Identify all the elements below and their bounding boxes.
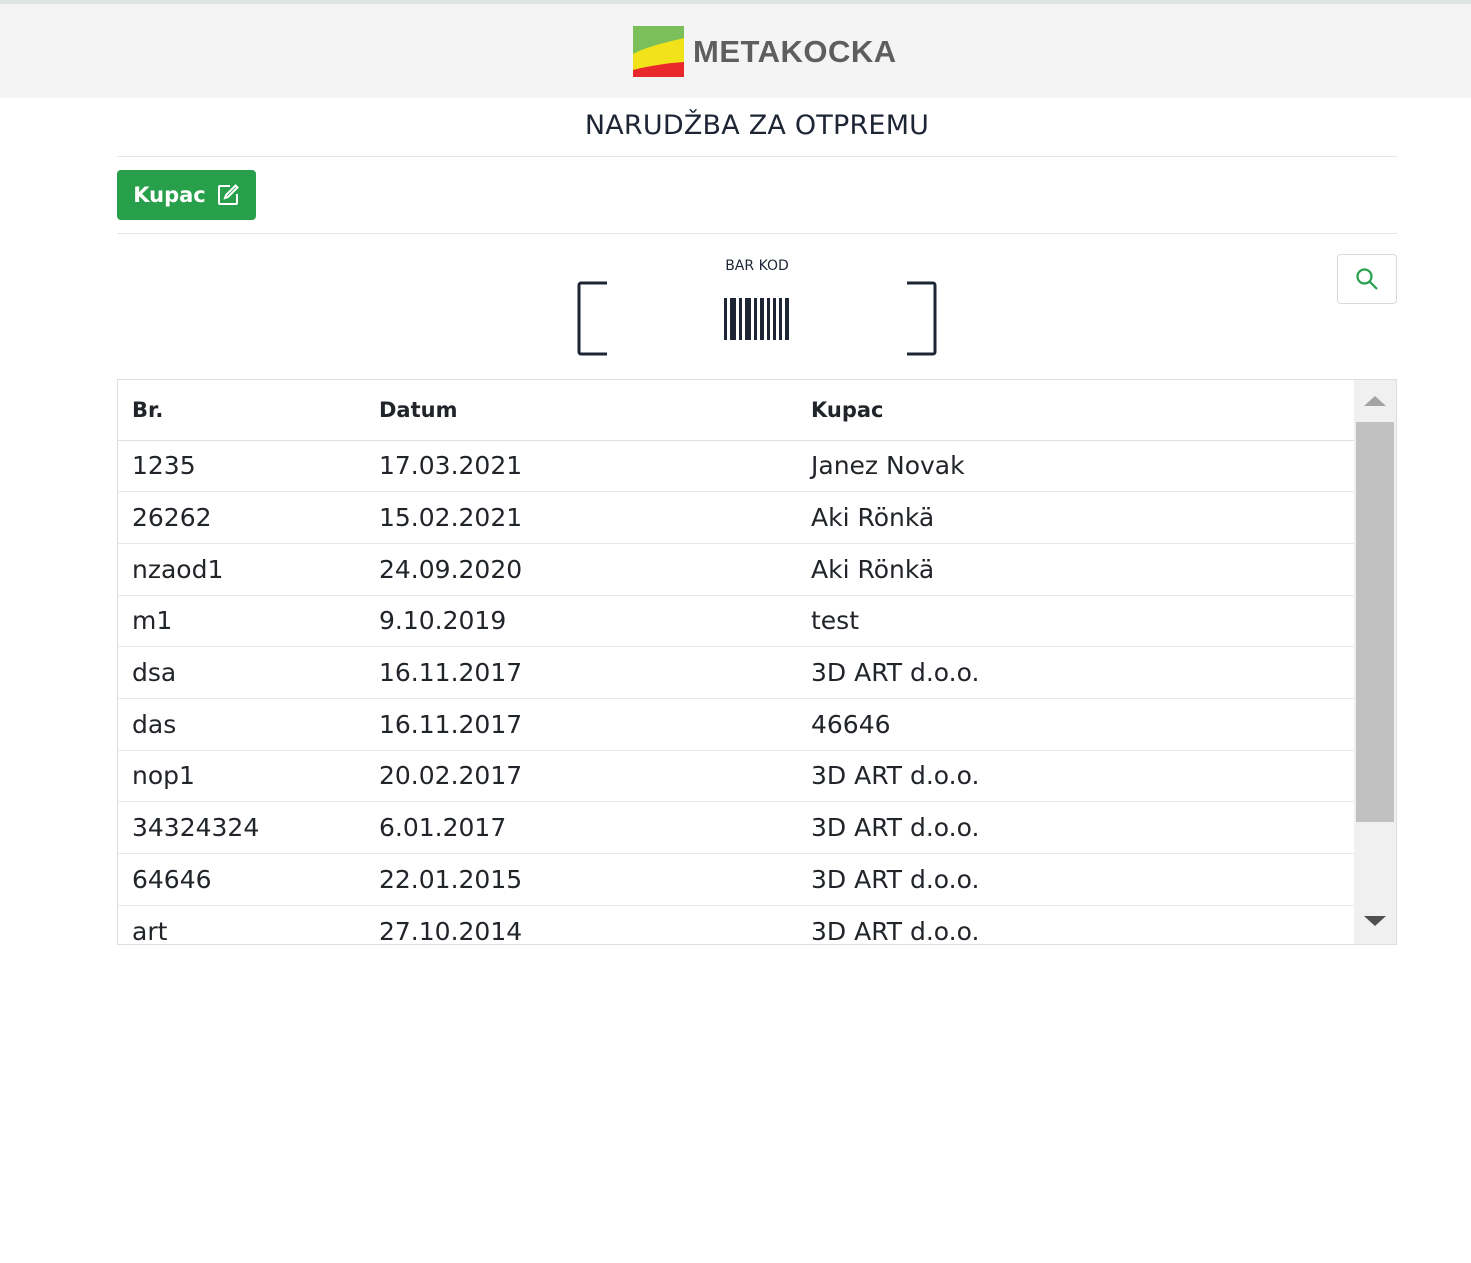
table-row[interactable]: 26262 15.02.2021 Aki Rönkä — [118, 491, 1355, 544]
table-row[interactable]: art 27.10.2014 3D ART d.o.o. — [118, 905, 1355, 944]
kupac-button[interactable]: Kupac — [117, 170, 256, 220]
cell-kupac: test — [797, 595, 1355, 648]
cell-datum: 6.01.2017 — [365, 801, 797, 854]
cell-kupac: 46646 — [797, 698, 1355, 751]
column-header-kupac[interactable]: Kupac — [797, 380, 1355, 441]
column-header-datum[interactable]: Datum — [365, 380, 797, 441]
cell-kupac: 3D ART d.o.o. — [797, 853, 1355, 906]
kupac-button-label: Kupac — [133, 183, 206, 207]
cell-datum: 20.02.2017 — [365, 750, 797, 803]
cell-kupac: 3D ART d.o.o. — [797, 646, 1355, 699]
cell-br: art — [118, 905, 365, 944]
cell-kupac: Janez Novak — [797, 440, 1355, 493]
table-row[interactable]: nop1 20.02.2017 3D ART d.o.o. — [118, 750, 1355, 803]
table-header-row: Br. Datum Kupac — [118, 380, 1355, 441]
cell-datum: 24.09.2020 — [365, 543, 797, 596]
cell-kupac: 3D ART d.o.o. — [797, 905, 1355, 944]
cell-br: das — [118, 698, 365, 751]
cell-datum: 16.11.2017 — [365, 646, 797, 699]
divider — [117, 156, 1397, 157]
orders-table: Br. Datum Kupac 1235 17.03.2021 Janez Nova… — [117, 379, 1397, 945]
barcode-label: BAR KOD — [725, 258, 789, 274]
cell-br: dsa — [118, 646, 365, 699]
search-icon — [1356, 268, 1378, 290]
cell-br: nzaod1 — [118, 543, 365, 596]
scroll-up-arrow-icon[interactable] — [1364, 396, 1386, 406]
divider — [117, 233, 1397, 234]
page-title: NARUDŽBA ZA OTPREMU — [584, 110, 930, 141]
table-row[interactable]: 64646 22.01.2015 3D ART d.o.o. — [118, 853, 1355, 906]
cell-br: 34324324 — [118, 801, 365, 854]
cell-datum: 22.01.2015 — [365, 853, 797, 906]
barcode-icon — [577, 281, 937, 356]
table-row[interactable]: m1 9.10.2019 test — [118, 595, 1355, 648]
cell-kupac: 3D ART d.o.o. — [797, 750, 1355, 803]
scroll-down-arrow-icon[interactable] — [1364, 916, 1386, 926]
cell-br: 26262 — [118, 491, 365, 544]
brand-name: METAKOCKA — [693, 33, 897, 69]
column-header-br[interactable]: Br. — [118, 380, 365, 441]
brand-logo[interactable]: METAKOCKA — [633, 26, 897, 77]
table-scrollbar[interactable] — [1354, 380, 1396, 944]
cell-datum: 27.10.2014 — [365, 905, 797, 944]
edit-icon — [217, 184, 239, 205]
cell-br: 1235 — [118, 440, 365, 493]
table-row[interactable]: 1235 17.03.2021 Janez Novak — [118, 440, 1355, 493]
cell-kupac: Aki Rönkä — [797, 543, 1355, 596]
cell-br: 64646 — [118, 853, 365, 906]
table-row[interactable]: 34324324 6.01.2017 3D ART d.o.o. — [118, 801, 1355, 854]
barcode-scan-area[interactable] — [577, 281, 937, 356]
cell-datum: 16.11.2017 — [365, 698, 797, 751]
table-row[interactable]: nzaod1 24.09.2020 Aki Rönkä — [118, 543, 1355, 596]
cell-br: m1 — [118, 595, 365, 648]
cell-datum: 15.02.2021 — [365, 491, 797, 544]
logo-cube-icon — [633, 26, 684, 77]
app-header: METAKOCKA — [0, 4, 1471, 98]
scrollbar-thumb[interactable] — [1356, 422, 1394, 822]
cell-datum: 9.10.2019 — [365, 595, 797, 648]
table-row[interactable]: das 16.11.2017 46646 — [118, 698, 1355, 751]
cell-datum: 17.03.2021 — [365, 440, 797, 493]
cell-br: nop1 — [118, 750, 365, 803]
cell-kupac: 3D ART d.o.o. — [797, 801, 1355, 854]
cell-kupac: Aki Rönkä — [797, 491, 1355, 544]
search-button[interactable] — [1337, 254, 1397, 304]
table-row[interactable]: dsa 16.11.2017 3D ART d.o.o. — [118, 646, 1355, 699]
